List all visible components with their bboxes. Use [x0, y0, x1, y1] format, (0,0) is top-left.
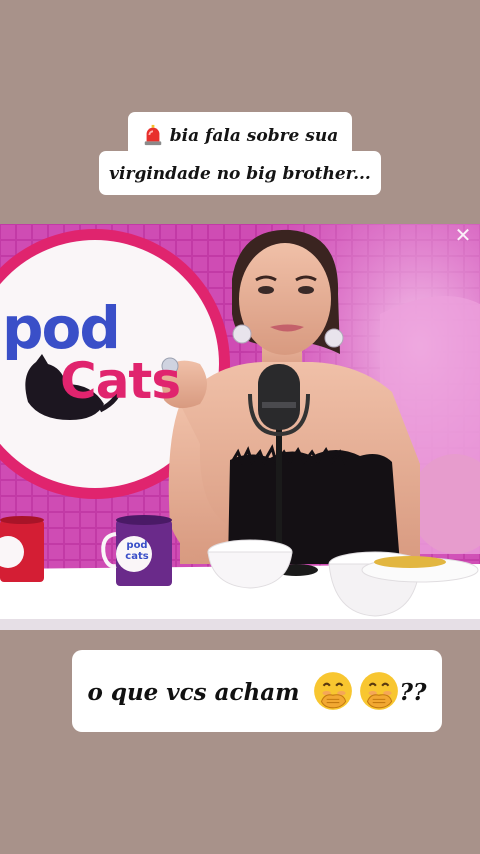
face-with-hand-over-mouth-icon: [359, 672, 398, 710]
bottom-caption: o que vcs acham ??: [72, 650, 442, 732]
bottom-caption-question: o que vcs acham: [87, 679, 300, 706]
siren-icon: [144, 124, 162, 146]
top-caption-text-2: virgindade no big brother...: [109, 164, 371, 184]
bottom-caption-suffix: ??: [399, 679, 427, 706]
top-caption-line-1: bia fala sobre sua: [127, 112, 353, 157]
top-caption-text-1: bia fala sobre sua: [169, 126, 339, 146]
close-icon[interactable]: ✕: [452, 224, 474, 246]
top-caption-line-2: virgindade no big brother...: [99, 151, 381, 195]
video-frame[interactable]: pod Cats pod cats ✕: [0, 224, 480, 630]
top-caption: bia fala sobre sua virgindade no big bro…: [0, 112, 480, 195]
mug-logo-text: pod cats: [125, 540, 149, 562]
studio-scene: [0, 224, 480, 630]
face-with-hand-over-mouth-icon: [313, 672, 352, 710]
reel-page: bia fala sobre sua virgindade no big bro…: [0, 0, 480, 854]
podcats-logo-cats: Cats: [60, 352, 181, 410]
bottom-caption-text: o que vcs acham ??: [87, 670, 427, 712]
